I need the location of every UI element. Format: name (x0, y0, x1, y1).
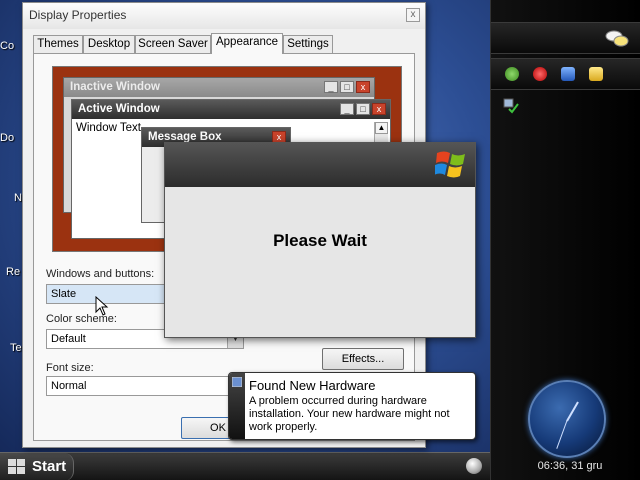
tab-appearance[interactable]: Appearance (211, 33, 283, 54)
dialog-title-bar[interactable]: Display Properties (23, 3, 425, 29)
clock-text: 06:36, 31 gru (537, 460, 603, 472)
dialog-title: Display Properties (29, 8, 127, 22)
notification-balloon[interactable]: Found New Hardware A problem occurred du… (228, 372, 476, 440)
please-wait-message: Please Wait (273, 231, 367, 250)
analog-clock[interactable] (528, 380, 606, 458)
dialog-close-button[interactable]: x (406, 8, 420, 22)
effects-button[interactable]: Effects... (322, 348, 404, 370)
balloon-text: A problem occurred during hardware insta… (249, 395, 450, 433)
color-scheme-value: Default (51, 333, 86, 345)
tab-screen-saver[interactable]: Screen Saver (135, 35, 211, 53)
monitor-icon[interactable] (561, 67, 575, 81)
desktop-icon-label[interactable]: Co (0, 40, 14, 52)
sidebar-gadget-bar (491, 22, 640, 54)
windows-xp-logo-icon (435, 151, 465, 178)
folder-icon[interactable] (589, 67, 603, 81)
balloon-side-strip (229, 373, 245, 439)
minimize-icon: _ (340, 103, 354, 115)
tab-settings[interactable]: Settings (283, 35, 333, 53)
close-icon: x (356, 81, 370, 93)
windows-logo-icon (8, 459, 25, 474)
preview-window-text: Window Text (76, 122, 141, 134)
close-icon: x (372, 103, 386, 115)
desktop-icon-label[interactable]: Te (10, 342, 22, 354)
desktop-icon-label[interactable]: Re (6, 266, 20, 278)
desktop-icon-label[interactable]: N (14, 192, 22, 204)
sidebar-quicklaunch-bar (491, 58, 640, 90)
maximize-icon: □ (356, 103, 370, 115)
please-wait-header (165, 143, 475, 187)
windows-buttons-value: Slate (51, 288, 77, 300)
clock-minute-hand (556, 420, 568, 449)
hardware-icon (232, 377, 242, 387)
balloon-title: Found New Hardware (249, 378, 376, 393)
green-icon[interactable] (505, 67, 519, 81)
tab-desktop[interactable]: Desktop (83, 35, 135, 53)
clock-hour-hand (566, 401, 579, 422)
scroll-up-icon: ▲ (375, 122, 388, 134)
desktop-icon-label[interactable]: Do (0, 132, 14, 144)
start-label: Start (32, 458, 67, 475)
font-size-select[interactable]: Normal (46, 376, 244, 396)
network-status-icon[interactable] (503, 98, 519, 114)
mouse-cursor-icon (95, 296, 109, 316)
opera-icon[interactable] (533, 67, 547, 81)
tab-themes[interactable]: Themes (33, 35, 83, 53)
maximize-icon: □ (340, 81, 354, 93)
windows-buttons-label: Windows and buttons: (46, 268, 155, 280)
font-size-label: Font size: (46, 362, 94, 374)
tray-orb-icon[interactable] (466, 458, 482, 474)
chat-icon[interactable] (605, 29, 629, 49)
please-wait-window: Please Wait (164, 142, 476, 338)
taskbar: Start (0, 452, 490, 480)
minimize-icon: _ (324, 81, 338, 93)
font-size-value: Normal (51, 380, 87, 392)
start-button[interactable]: Start (0, 453, 74, 480)
